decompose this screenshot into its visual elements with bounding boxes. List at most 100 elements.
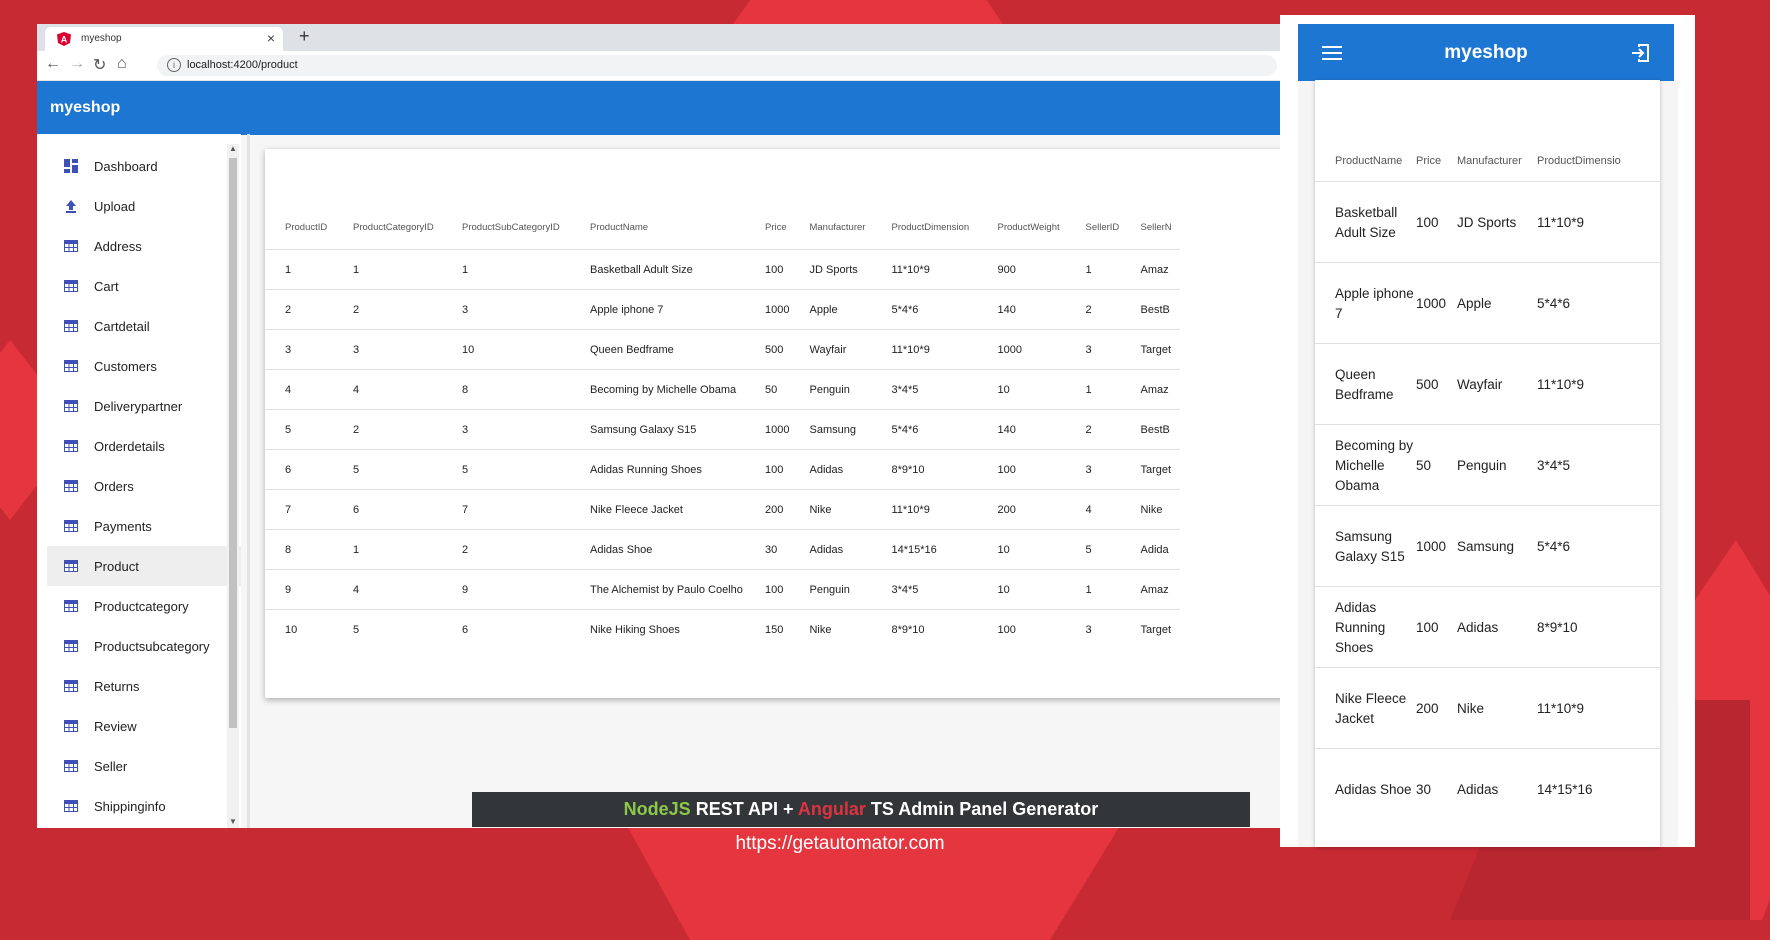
table-row[interactable]: 3 3 10 Queen Bedframe 500 Wayfair 11*10*9 1000 3… bbox=[265, 329, 1181, 370]
sidebar-item-cartdetail[interactable]: Cartdetail bbox=[37, 306, 241, 346]
mobile-table-cell: 1000 bbox=[1416, 538, 1447, 554]
column-header[interactable]: ProductName bbox=[570, 205, 745, 250]
mobile-table-row[interactable]: Becoming by Michelle Obama 50 Penguin 3*4*5 bbox=[1315, 424, 1660, 506]
mobile-table-row[interactable]: Adidas Running Shoes 100 Adidas 8*9*10 bbox=[1315, 586, 1660, 668]
table-row[interactable]: 5 2 3 Samsung Galaxy S15 1000 Samsung 5*4*6 140… bbox=[265, 409, 1181, 450]
sidebar-item-cart[interactable]: Cart bbox=[37, 266, 241, 306]
sidebar-scrollbar[interactable]: ▲ ▼ bbox=[227, 144, 239, 828]
table-row[interactable]: 1 1 1 Basketball Adult Size 100 JD Sports 11*1… bbox=[265, 249, 1181, 290]
sidebar-item-productsubcategory[interactable]: Productsubcategory bbox=[37, 626, 241, 666]
mobile-table-row[interactable]: Adidas Shoe 30 Adidas 14*15*16 bbox=[1315, 748, 1660, 830]
mobile-table-cell: Wayfair bbox=[1457, 376, 1503, 392]
logout-icon[interactable] bbox=[1630, 43, 1650, 63]
table-cell: 3 bbox=[1065, 449, 1121, 490]
mobile-table-cell: 50 bbox=[1416, 457, 1432, 473]
mobile-table-cell: 5*4*6 bbox=[1537, 295, 1571, 311]
table-row[interactable]: 8 1 2 Adidas Shoe 30 Adidas 14*15*16 10 5 Adida bbox=[265, 529, 1181, 570]
table-cell: Basketball Adult Size bbox=[570, 249, 745, 290]
column-header[interactable]: ProductDimension bbox=[871, 205, 977, 250]
table-row[interactable]: 2 2 3 Apple iphone 7 1000 Apple 5*4*6 140 2 BestB bbox=[265, 289, 1181, 330]
new-tab-icon[interactable]: + bbox=[299, 26, 310, 47]
column-header[interactable]: ProductCategoryID bbox=[333, 205, 442, 250]
column-header[interactable]: ProductSubCategoryID bbox=[442, 205, 570, 250]
table-row[interactable]: 6 5 5 Adidas Running Shoes 100 Adidas 8*9*10 10… bbox=[265, 449, 1181, 490]
table-cell: 5 bbox=[333, 609, 442, 649]
table-icon bbox=[64, 760, 78, 772]
mobile-table-cell: Apple iphone 7 bbox=[1335, 285, 1414, 321]
sidebar-item-dashboard[interactable]: Dashboard bbox=[37, 146, 241, 186]
table-cell: 11*10*9 bbox=[871, 329, 978, 370]
sidebar-item-product[interactable]: Product bbox=[47, 546, 241, 586]
sidebar-item-label: Productcategory bbox=[94, 598, 189, 614]
forward-icon[interactable]: → bbox=[69, 55, 85, 73]
mobile-app-title: myeshop bbox=[1444, 42, 1528, 63]
column-header[interactable]: ProductWeight bbox=[977, 205, 1065, 250]
table-cell: 10 bbox=[977, 569, 1066, 610]
scroll-thumb[interactable] bbox=[229, 158, 237, 728]
reload-icon[interactable]: ↻ bbox=[93, 55, 106, 75]
sidebar-item-label: Upload bbox=[94, 198, 136, 214]
table-row[interactable]: 7 6 7 Nike Fleece Jacket 200 Nike 11*10*9 200 4 N… bbox=[265, 489, 1181, 530]
table-row[interactable]: 4 4 8 Becoming by Michelle Obama 50 Penguin 3*… bbox=[265, 369, 1181, 410]
tab-close-icon[interactable]: × bbox=[267, 30, 275, 46]
address-bar[interactable]: i localhost:4200/product bbox=[157, 55, 1277, 76]
sidebar-item-returns[interactable]: Returns bbox=[37, 666, 241, 706]
table-row[interactable]: 10 5 6 Nike Hiking Shoes 150 Nike 8*9*10 100 3 Ta… bbox=[265, 609, 1181, 649]
table-cell: 10 bbox=[977, 369, 1066, 410]
sidebar-item-upload[interactable]: Upload bbox=[37, 186, 241, 226]
info-icon[interactable]: i bbox=[167, 58, 181, 72]
table-cell: 8 bbox=[265, 529, 333, 570]
mobile-table-row[interactable]: Apple iphone 7 1000 Apple 5*4*6 bbox=[1315, 262, 1660, 344]
sidebar-item-label: Dashboard bbox=[94, 158, 158, 174]
sidebar: Dashboard Upload Address Cart Cartdetail Cust… bbox=[37, 134, 241, 828]
website-link[interactable]: https://getautomator.com bbox=[660, 833, 1020, 855]
sidebar-item-orders[interactable]: Orders bbox=[37, 466, 241, 506]
mobile-column-header[interactable]: Price bbox=[1416, 155, 1441, 167]
sidebar-item-shippinginfo[interactable]: Shippinginfo bbox=[37, 786, 241, 826]
sidebar-item-review[interactable]: Review bbox=[37, 706, 241, 746]
table-cell: 6 bbox=[442, 609, 570, 649]
mobile-table-row[interactable]: Nike Fleece Jacket 200 Nike 11*10*9 bbox=[1315, 667, 1660, 749]
sidebar-item-seller[interactable]: Seller bbox=[37, 746, 241, 786]
mobile-table-cell: 100 bbox=[1416, 214, 1439, 230]
column-header[interactable]: Manufacturer bbox=[789, 205, 871, 250]
column-header[interactable]: Price bbox=[745, 205, 789, 250]
mobile-table-row[interactable]: Samsung Galaxy S15 1000 Samsung 5*4*6 bbox=[1315, 505, 1660, 587]
mobile-table-cell: Basketball Adult Size bbox=[1335, 204, 1398, 240]
scroll-down-icon[interactable]: ▼ bbox=[227, 817, 239, 826]
mobile-table-cell: 11*10*9 bbox=[1537, 376, 1585, 392]
mobile-table-cell: Adidas bbox=[1457, 781, 1499, 797]
table-cell: 5*4*6 bbox=[871, 409, 978, 450]
browser-tab[interactable]: A myeshop × bbox=[45, 27, 283, 51]
table-cell: 1 bbox=[333, 249, 442, 290]
mobile-column-header[interactable]: Manufacturer bbox=[1457, 155, 1522, 167]
mobile-table-row[interactable]: Queen Bedframe 500 Wayfair 11*10*9 bbox=[1315, 343, 1660, 425]
mobile-table-cell: 11*10*9 bbox=[1537, 214, 1585, 230]
sidebar-item-productcategory[interactable]: Productcategory bbox=[37, 586, 241, 626]
back-icon[interactable]: ← bbox=[45, 55, 61, 73]
mobile-table-cell: Nike bbox=[1457, 700, 1485, 716]
sidebar-item-deliverypartner[interactable]: Deliverypartner bbox=[37, 386, 241, 426]
mobile-table-row[interactable]: Basketball Adult Size 100 JD Sports 11*10*9 bbox=[1315, 181, 1660, 263]
app-title: myeshop bbox=[50, 99, 121, 116]
sidebar-item-label: Address bbox=[94, 238, 142, 254]
scroll-up-icon[interactable]: ▲ bbox=[227, 144, 239, 153]
table-cell: 14*15*16 bbox=[871, 529, 978, 570]
column-header[interactable]: SellerID bbox=[1065, 205, 1120, 250]
mobile-table-cell: Samsung Galaxy S15 bbox=[1335, 528, 1405, 564]
mobile-column-header[interactable]: ProductName bbox=[1335, 155, 1402, 167]
table-cell: Becoming by Michelle Obama bbox=[570, 369, 745, 410]
mobile-column-header[interactable]: ProductDimensio bbox=[1537, 155, 1621, 167]
sidebar-item-address[interactable]: Address bbox=[37, 226, 241, 266]
home-icon[interactable]: ⌂ bbox=[117, 55, 127, 73]
table-row[interactable]: 9 4 9 The Alchemist by Paulo Coelho 100 Pengu… bbox=[265, 569, 1181, 610]
upload-icon bbox=[66, 200, 76, 213]
table-icon bbox=[64, 480, 78, 492]
column-header[interactable]: SellerN bbox=[1120, 205, 1180, 250]
sidebar-item-payments[interactable]: Payments bbox=[37, 506, 241, 546]
table-cell: Adidas Shoe bbox=[570, 529, 745, 570]
sidebar-item-customers[interactable]: Customers bbox=[37, 346, 241, 386]
sidebar-item-orderdetails[interactable]: Orderdetails bbox=[37, 426, 241, 466]
column-header[interactable]: ProductID bbox=[265, 205, 333, 250]
table-cell: 100 bbox=[745, 449, 790, 490]
